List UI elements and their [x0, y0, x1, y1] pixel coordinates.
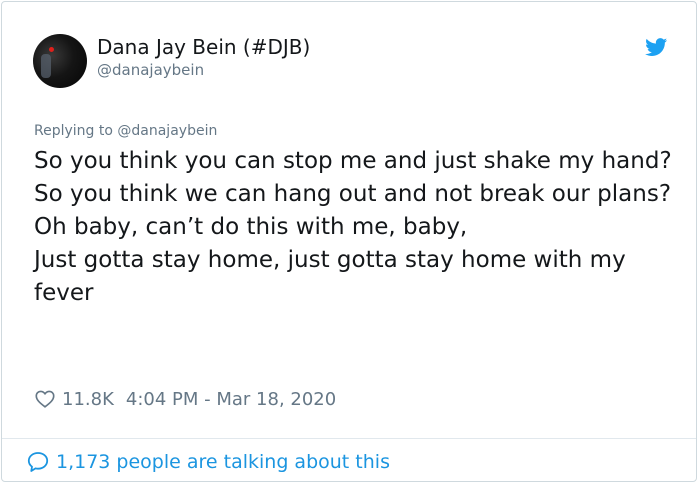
replying-to: Replying to @danajaybein [34, 121, 217, 141]
footer-divider [2, 438, 696, 439]
like-count[interactable]: 11.8K [62, 389, 114, 410]
tweet-card[interactable]: Dana Jay Bein (#DJB) @danajaybein Replyi… [1, 1, 697, 482]
author-handle[interactable]: @danajaybein [97, 60, 204, 80]
tweet-line: Just gotta stay home, just gotta stay ho… [34, 247, 626, 306]
replying-to-mention[interactable]: @danajaybein [117, 123, 217, 139]
avatar-figure [41, 54, 51, 78]
avatar-red-light [49, 47, 54, 52]
tweet-line: Oh baby, can’t do this with me, baby, [34, 214, 468, 240]
tweet-line: So you think you can stop me and just sh… [34, 148, 672, 174]
heart-icon[interactable] [34, 388, 56, 410]
speech-bubble-icon [27, 452, 49, 472]
replying-to-prefix: Replying to [34, 123, 118, 139]
avatar[interactable] [33, 34, 87, 88]
talking-about-text[interactable]: 1,173 people are talking about this [56, 451, 390, 473]
tweet-meta: 11.8K 4:04 PM - Mar 18, 2020 [34, 386, 336, 412]
talking-about-link[interactable]: 1,173 people are talking about this [26, 449, 390, 475]
author-display-name[interactable]: Dana Jay Bein (#DJB) [97, 33, 310, 61]
twitter-bird-icon[interactable] [644, 36, 669, 58]
tweet-text: So you think you can stop me and just sh… [34, 145, 674, 310]
tweet-line: So you think we can hang out and not bre… [34, 181, 672, 207]
tweet-timestamp[interactable]: 4:04 PM - Mar 18, 2020 [126, 389, 336, 410]
